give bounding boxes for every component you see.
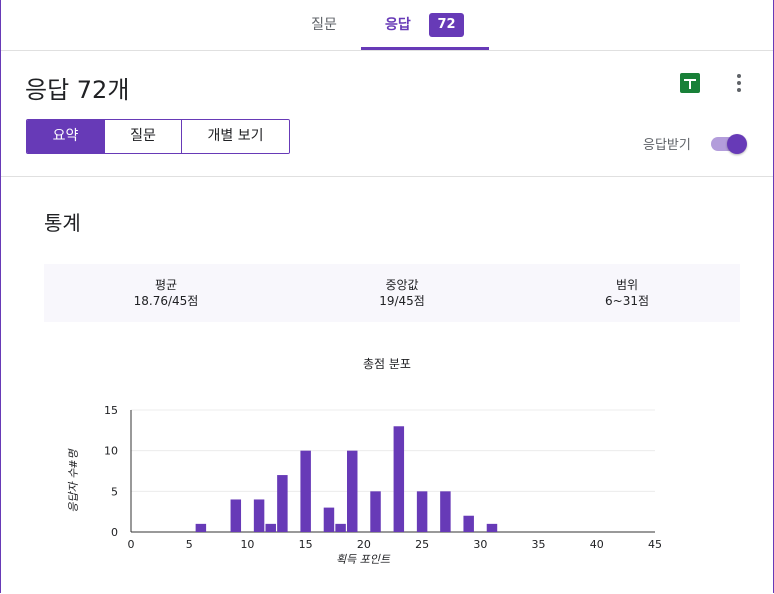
section-title: 통계	[44, 211, 81, 235]
bar	[463, 515, 474, 532]
stat-mean-value: 18.76/45점	[133, 294, 199, 308]
stat-mean: 평균 18.76/45점	[86, 277, 246, 309]
bar	[195, 523, 207, 532]
tab-responses-label: 응답	[385, 17, 411, 33]
score-distribution-chart: 0 5 10 15 0 5 10 15 20 25 30 35 40 45 획득 포인트 응답자 수#명	[67, 404, 662, 566]
tab-questions[interactable]: 질문	[301, 0, 347, 48]
response-count-badge: 72	[429, 13, 464, 37]
sheets-icon[interactable]	[680, 73, 700, 93]
segment-question[interactable]: 질문	[104, 120, 181, 153]
view-segmented-control: 요약 질문 개별 보기	[26, 119, 290, 154]
divider	[1, 176, 773, 177]
accepting-responses-label: 응답받기	[643, 138, 691, 153]
stat-range-label: 범위	[615, 278, 639, 292]
x-tick-label: 40	[590, 538, 604, 551]
segment-individual[interactable]: 개별 보기	[181, 120, 289, 153]
stat-range: 범위 6~31점	[547, 277, 707, 309]
more-vert-icon[interactable]	[735, 72, 743, 94]
stat-median-value: 19/45점	[379, 294, 425, 308]
x-tick-label: 45	[648, 538, 662, 551]
stat-median-label: 중앙값	[385, 278, 419, 292]
bar	[277, 475, 288, 532]
x-tick-label: 25	[415, 538, 429, 551]
bar	[347, 450, 358, 532]
x-tick-label: 5	[186, 538, 193, 551]
stat-range-value: 6~31점	[605, 294, 649, 308]
y-tick-label: 5	[111, 485, 118, 498]
x-tick-label: 0	[128, 538, 135, 551]
page-title: 응답 72개	[25, 76, 130, 104]
x-axis-label: 획득 포인트	[336, 553, 391, 566]
bar	[335, 523, 346, 532]
chart-title: 총점 분포	[363, 357, 411, 371]
x-tick-label: 10	[240, 538, 254, 551]
toggle-knob[interactable]	[727, 134, 747, 154]
bar	[440, 491, 451, 532]
x-tick-label: 15	[299, 538, 313, 551]
stat-mean-label: 평균	[154, 278, 178, 292]
y-tick-label: 0	[111, 526, 118, 539]
tab-responses[interactable]: 응답 72	[361, 0, 489, 50]
bar	[416, 491, 428, 532]
bar	[300, 450, 311, 532]
bar	[370, 491, 381, 532]
bar	[230, 499, 242, 532]
segment-summary[interactable]: 요약	[27, 120, 104, 153]
stat-median: 중앙값 19/45점	[322, 277, 482, 309]
bar	[253, 499, 265, 532]
y-tick-label: 10	[104, 445, 118, 458]
x-tick-label: 20	[357, 538, 371, 551]
stats-panel: 평균 18.76/45점 중앙값 19/45점 범위 6~31점	[44, 264, 740, 322]
x-tick-label: 35	[532, 538, 546, 551]
y-axis-label: 응답자 수#명	[67, 447, 80, 512]
bar	[393, 426, 405, 532]
bar	[323, 507, 335, 532]
y-tick-label: 15	[104, 404, 118, 417]
bar	[486, 523, 498, 532]
x-tick-label: 30	[473, 538, 487, 551]
top-tab-bar: 질문 응답 72	[1, 0, 773, 51]
bar	[265, 523, 276, 532]
